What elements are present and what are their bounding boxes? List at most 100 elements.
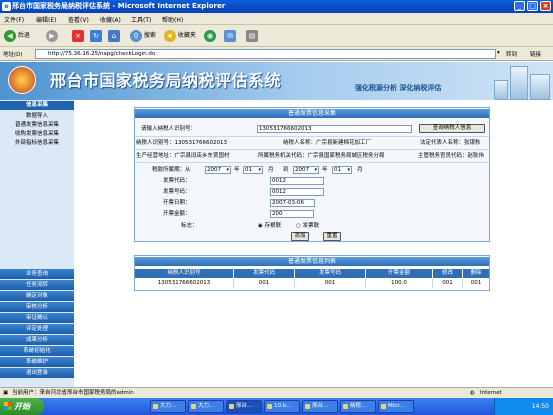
col-amount: 开票金额 — [366, 269, 432, 278]
sidebar-item-external-indicator[interactable]: 外部指标信息采集 — [0, 139, 74, 147]
col-invoice-number: 发票号码 — [295, 269, 365, 278]
sidebar-item-target[interactable]: 确定对象 — [0, 291, 74, 302]
clock[interactable]: 14:50 — [532, 403, 549, 410]
menu-edit[interactable]: 编辑(E) — [36, 15, 56, 24]
invoice-code-input[interactable]: 0012 — [270, 177, 324, 185]
taskbar-item[interactable]: 大力... — [150, 400, 186, 413]
menu-favorites[interactable]: 收藏(A) — [100, 15, 121, 24]
sidebar-item-results[interactable]: 成果分析 — [0, 335, 74, 346]
menu-help[interactable]: 帮助(H) — [162, 15, 183, 24]
taskbar-item-active[interactable]: 邢台... — [226, 400, 262, 413]
flag-stub-label: 存根联 — [264, 223, 282, 229]
building-graphic — [530, 74, 550, 100]
period-end-year-select[interactable]: 2007 — [293, 166, 319, 174]
sidebar-item-data-import[interactable]: 数据导入 — [0, 112, 74, 120]
banner-title: 邢台市国家税务局纳税评估系统 — [50, 71, 282, 90]
invoice-date-label: 开票日期： — [163, 200, 191, 206]
sidebar-item-purchase-invoice[interactable]: 收购发票信息采集 — [0, 130, 74, 138]
dropdown-arrow-icon[interactable]: ▾ — [497, 50, 500, 56]
search-label: 搜索 — [143, 32, 156, 39]
flag-radio-invoice[interactable]: ○ 发票联 — [296, 222, 319, 230]
window-title: 邢台市国家税务局纳税评估系统 - Microsoft Internet Expl… — [12, 2, 226, 10]
taskbar-item[interactable]: 大力... — [188, 400, 224, 413]
period-end-month-select[interactable]: 01 — [332, 166, 352, 174]
system-tray: 14:50 — [494, 398, 553, 415]
taskbar-item[interactable]: 邢台... — [302, 400, 338, 413]
taskbar-item[interactable]: 纳税... — [340, 400, 376, 413]
radio-unchecked-icon: ○ — [296, 223, 301, 229]
add-button[interactable]: 添加 — [291, 232, 309, 241]
window-titlebar: e 邢台市国家税务局纳税评估系统 - Microsoft Internet Ex… — [0, 0, 553, 13]
back-arrow-icon: ◀ — [4, 29, 16, 42]
info-tax-office: 所属税务机关代码：广宗县国家税务局城区税务分局 — [258, 153, 385, 159]
col-invoice-code: 发票代码 — [234, 269, 294, 278]
stop-button[interactable]: × — [72, 29, 84, 43]
print-button[interactable]: ▤ — [246, 29, 258, 43]
search-button[interactable]: ⚲ 搜索 — [130, 29, 156, 43]
banner: 邢台市国家税务局纳税评估系统 强化税源分析 深化纳税评估 — [0, 62, 553, 100]
status-text: 当前用户：来自河北省邢台市国家税务局的admin — [12, 390, 134, 396]
forward-button[interactable]: ▶ — [46, 29, 58, 43]
sidebar-item-logout[interactable]: 退出登录 — [0, 368, 74, 379]
invoice-number-input[interactable]: 0012 — [270, 188, 324, 196]
building-graphic — [510, 66, 528, 100]
edit-link[interactable]: 001 — [433, 279, 463, 288]
close-button[interactable]: × — [540, 1, 551, 11]
back-button[interactable]: ◀ 后退 — [4, 29, 30, 43]
sidebar-item-audit[interactable]: 审核分析 — [0, 302, 74, 313]
delete-link[interactable]: 001 — [463, 279, 489, 288]
divider — [135, 136, 489, 137]
period-start-month-select[interactable]: 01 — [243, 166, 263, 174]
home-button[interactable]: ⌂ — [108, 29, 120, 43]
refresh-button[interactable]: ↻ — [90, 29, 102, 43]
mail-icon: ✉ — [224, 29, 236, 42]
start-button[interactable]: 开始 — [0, 398, 44, 415]
sidebar-item-assess[interactable]: 评定处理 — [0, 324, 74, 335]
sidebar-section-header[interactable]: 信息采集 — [0, 101, 74, 110]
maximize-button[interactable]: □ — [527, 1, 538, 11]
month-label: 月 — [357, 167, 363, 173]
sidebar-item-confirm[interactable]: 审证确认 — [0, 313, 74, 324]
internet-zone-icon: ◍ — [470, 390, 475, 396]
media-button[interactable]: ◉ — [204, 29, 216, 43]
menu-tools[interactable]: 工具(T) — [131, 15, 151, 24]
sidebar-item-invoice-collect[interactable]: 普通发票信息采集 — [0, 121, 74, 129]
taxpayer-id-input[interactable]: 130531766602013 — [257, 125, 412, 133]
taskbar-item[interactable]: 10.b... — [264, 400, 300, 413]
invoice-amount-input[interactable]: 200 — [270, 210, 314, 218]
sidebar-item-query[interactable]: 业务查询 — [0, 269, 74, 280]
address-input[interactable]: http://75.36.16.25/napg/checkLogin.do — [35, 49, 496, 59]
to-label: 到 — [283, 167, 289, 173]
reset-button[interactable]: 重置 — [323, 232, 341, 241]
sidebar-item-task-flow[interactable]: 任务流转 — [0, 280, 74, 291]
info-legal-rep: 法定代表人名称：张银秋 — [420, 140, 481, 146]
flag-radio-stub[interactable]: ◉ 存根联 — [258, 222, 281, 230]
mail-button[interactable]: ✉ — [224, 29, 236, 43]
col-edit: 修改 — [433, 269, 462, 278]
minimize-button[interactable]: _ — [514, 1, 525, 11]
invoice-date-input[interactable]: 2007-03-06 — [270, 199, 315, 207]
period-label: 税款所属期：从 — [152, 167, 191, 173]
menu-file[interactable]: 文件(F) — [4, 15, 24, 24]
sidebar-item-init[interactable]: 系统初始化 — [0, 346, 74, 357]
month-label: 月 — [268, 167, 274, 173]
favorites-button[interactable]: ★ 收藏夹 — [164, 29, 196, 43]
query-taxpayer-button[interactable]: 查询纳税人信息 — [419, 124, 485, 133]
period-start-year-select[interactable]: 2007 — [205, 166, 231, 174]
links-button[interactable]: 链接 — [530, 50, 541, 58]
invoice-code-label: 发票代码： — [163, 178, 191, 184]
col-delete: 删除 — [463, 269, 489, 278]
print-icon: ▤ — [246, 29, 258, 42]
sidebar-item-maintenance[interactable]: 系统维护 — [0, 357, 74, 368]
zone-label: Internet — [480, 390, 502, 396]
address-url: http://75.36.16.25/napg/checkLogin.do — [48, 51, 156, 57]
page-done-icon: ▣ — [3, 390, 9, 396]
radio-checked-icon: ◉ — [258, 223, 263, 229]
menu-bar: 文件(F) 编辑(E) 查看(V) 收藏(A) 工具(T) 帮助(H) — [0, 13, 553, 25]
taskbar-item[interactable]: Micr... — [378, 400, 414, 413]
cell-invoice-number: 001 — [295, 279, 366, 288]
info-taxpayer-id: 纳税人识别号：130531766602013 — [136, 140, 227, 146]
menu-view[interactable]: 查看(V) — [68, 15, 89, 24]
status-bar: ▣ 当前用户：来自河北省邢台市国家税务局的admin ◍ Internet — [0, 387, 553, 398]
go-button[interactable]: 转到 — [506, 50, 517, 58]
